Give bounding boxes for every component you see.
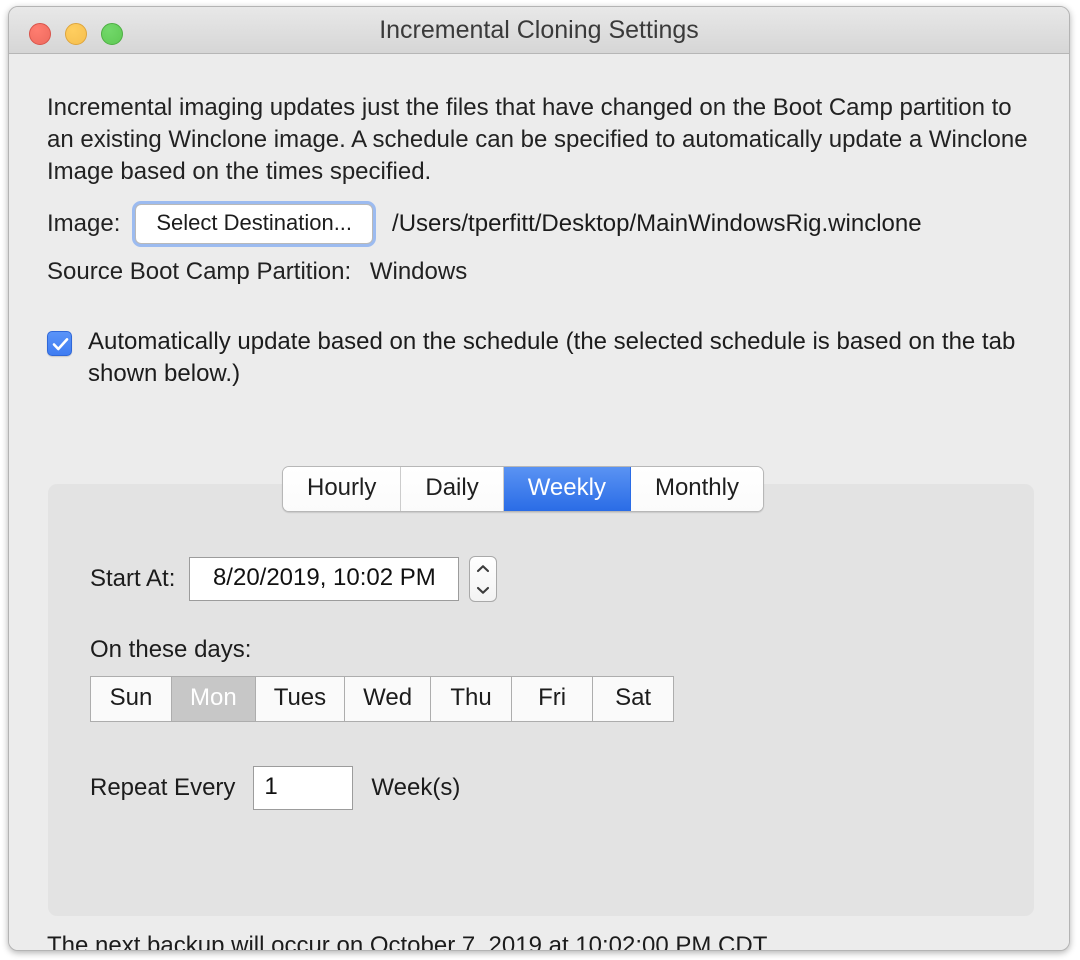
window-title: Incremental Cloning Settings bbox=[379, 16, 699, 44]
image-path-value: /Users/tperfitt/Desktop/MainWindowsRig.w… bbox=[392, 210, 922, 237]
checkmark-icon bbox=[52, 338, 69, 351]
auto-update-checkbox[interactable] bbox=[47, 331, 72, 356]
repeat-every-row: Repeat Every Week(s) bbox=[90, 766, 460, 810]
repeat-every-unit: Week(s) bbox=[371, 774, 461, 801]
start-at-row: Start At: bbox=[90, 556, 498, 602]
tab-weekly[interactable]: Weekly bbox=[503, 467, 631, 511]
repeat-every-label: Repeat Every bbox=[90, 774, 236, 801]
description-text: Incremental imaging updates just the fil… bbox=[47, 94, 1028, 185]
window-titlebar: Incremental Cloning Settings bbox=[9, 7, 1069, 54]
next-backup-status: The next backup will occur on October 7,… bbox=[47, 932, 768, 951]
auto-update-row[interactable]: Automatically update based on the schedu… bbox=[47, 326, 1042, 390]
day-toggle-mon[interactable]: Mon bbox=[172, 677, 256, 721]
start-at-stepper[interactable] bbox=[469, 556, 498, 602]
day-toggle-fri[interactable]: Fri bbox=[512, 677, 594, 721]
schedule-tabbar[interactable]: Hourly Daily Weekly Monthly bbox=[282, 466, 764, 512]
source-partition-label: Source Boot Camp Partition: bbox=[47, 258, 352, 285]
chevron-down-icon[interactable] bbox=[476, 586, 490, 595]
tab-daily[interactable]: Daily bbox=[401, 467, 504, 511]
days-selector[interactable]: Sun Mon Tues Wed Thu Fri Sat bbox=[90, 676, 675, 722]
auto-update-label: Automatically update based on the schedu… bbox=[88, 328, 1016, 387]
start-at-label: Start At: bbox=[90, 565, 176, 592]
settings-window: Incremental Cloning Settings Incremental… bbox=[8, 6, 1070, 951]
source-partition-row: Source Boot Camp Partition: Windows bbox=[47, 258, 467, 286]
chevron-up-icon[interactable] bbox=[476, 564, 490, 573]
tab-hourly[interactable]: Hourly bbox=[283, 467, 402, 511]
day-toggle-sun[interactable]: Sun bbox=[91, 677, 172, 721]
image-row: Image: Select Destination... /Users/tper… bbox=[47, 201, 922, 247]
source-partition-value: Windows bbox=[369, 258, 468, 285]
select-destination-focus-ring: Select Destination... bbox=[132, 201, 377, 247]
day-toggle-thu[interactable]: Thu bbox=[431, 677, 513, 721]
select-destination-button[interactable]: Select Destination... bbox=[135, 204, 374, 244]
day-toggle-sat[interactable]: Sat bbox=[593, 677, 674, 721]
schedule-panel: Start At: On these days: bbox=[48, 484, 1034, 916]
day-toggle-tues[interactable]: Tues bbox=[255, 677, 346, 721]
window-content: Incremental imaging updates just the fil… bbox=[9, 54, 1069, 951]
tab-monthly[interactable]: Monthly bbox=[630, 467, 763, 511]
start-at-input[interactable] bbox=[189, 557, 460, 601]
image-label: Image: bbox=[47, 210, 121, 237]
on-these-days-label: On these days: bbox=[90, 636, 252, 663]
day-toggle-wed[interactable]: Wed bbox=[345, 677, 432, 721]
repeat-every-input[interactable] bbox=[253, 766, 354, 810]
